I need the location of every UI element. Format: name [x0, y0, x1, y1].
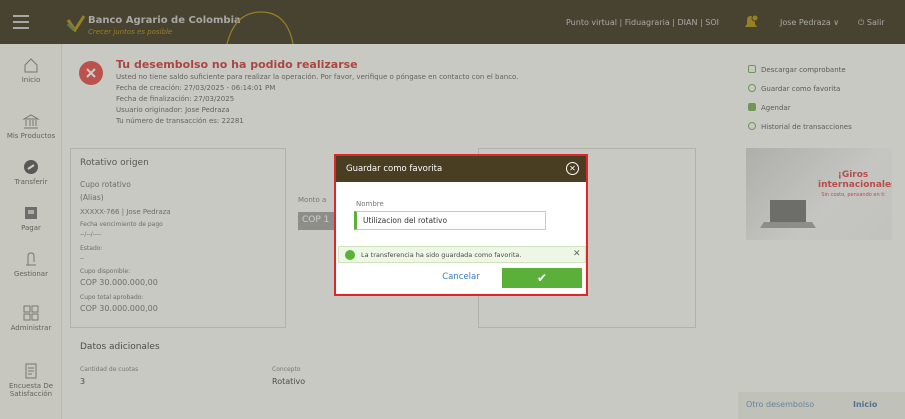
success-toast: La transferencia ha sido guardada como f…: [338, 246, 586, 263]
dialog-header: Guardar como favorita: [336, 156, 586, 182]
success-icon: [345, 250, 355, 260]
save-favorite-dialog: Guardar como favorita ✕ Nombre La transf…: [334, 154, 588, 296]
cancel-button[interactable]: Cancelar: [426, 272, 496, 282]
toast-message: La transferencia ha sido guardada como f…: [361, 251, 522, 259]
name-input[interactable]: [354, 211, 546, 230]
name-label: Nombre: [356, 200, 384, 208]
dialog-title: Guardar como favorita: [346, 164, 443, 174]
confirm-button[interactable]: ✔: [502, 268, 582, 288]
header-overlay: [0, 0, 905, 44]
toast-close-icon[interactable]: ✕: [573, 249, 581, 259]
check-icon: ✔: [536, 271, 548, 285]
close-icon[interactable]: ✕: [566, 162, 579, 175]
